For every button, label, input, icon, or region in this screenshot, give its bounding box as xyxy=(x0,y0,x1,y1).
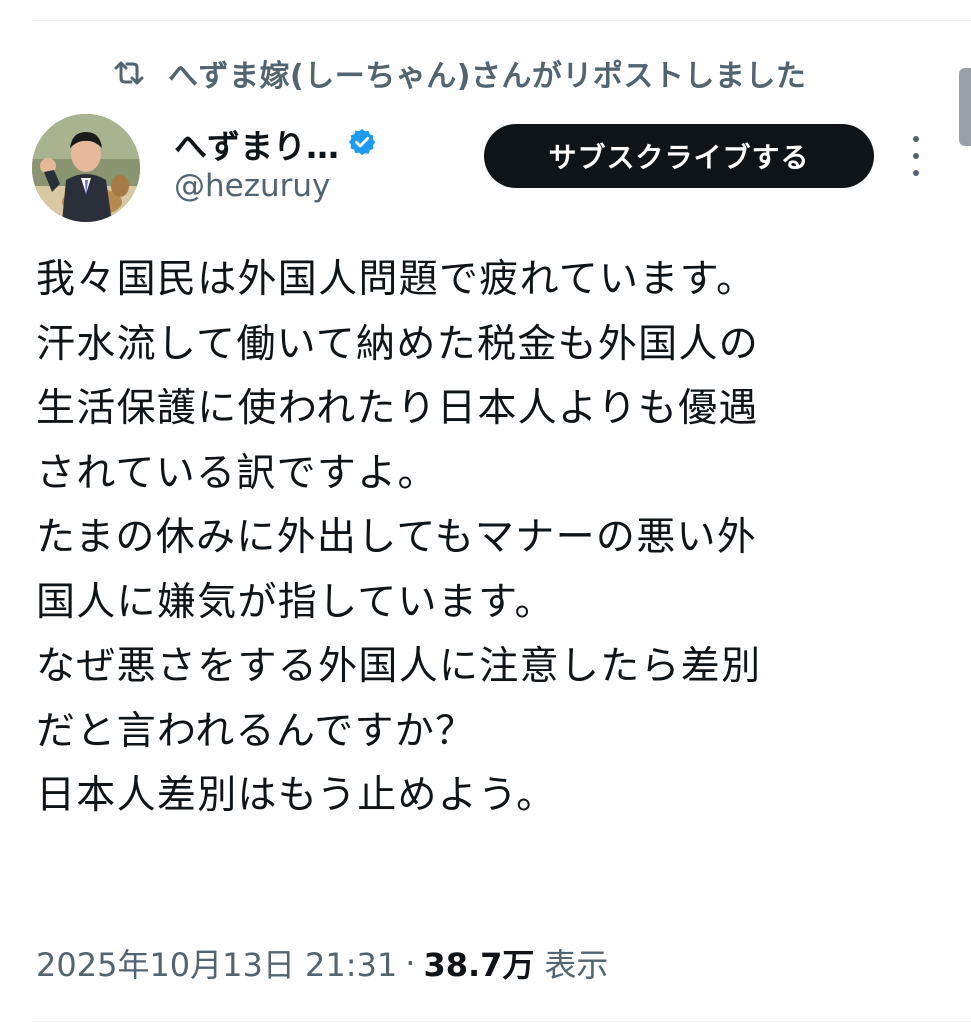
tweet-line: 我々国民は外国人問題で疲れています。 xyxy=(36,257,757,302)
tweet-line: 国人に嫌気が指しています。 xyxy=(36,579,555,625)
bottom-divider xyxy=(32,1021,971,1022)
author-handle[interactable]: @hezuruy xyxy=(174,168,330,204)
top-divider xyxy=(32,20,971,21)
tweet-line: されている訳ですよ。 xyxy=(36,450,438,496)
repost-context[interactable]: へずま嫁(しーちゃん)さんがリポストしました xyxy=(112,50,806,96)
subscribe-button[interactable]: サブスクライブする xyxy=(484,124,874,188)
tweet-line: 汗水流して働いて納めた税金も外国人の xyxy=(36,321,760,367)
author-name-row[interactable]: へずまり… xyxy=(174,120,377,168)
tweet-timestamp[interactable]: 2025年10月13日 21:31 xyxy=(36,940,397,986)
verified-badge-icon xyxy=(347,127,377,161)
repost-icon xyxy=(112,58,146,88)
more-dot xyxy=(913,136,919,142)
more-options-icon[interactable] xyxy=(904,136,928,176)
tweet-line: たまの休みに外出してもマナーの悪い外 xyxy=(36,515,758,560)
tweet-line: だと言われるんですか？ xyxy=(36,708,476,754)
avatar[interactable] xyxy=(32,114,140,222)
scrollbar-thumb[interactable] xyxy=(959,68,971,146)
tweet-line: 生活保護に使われたり日本人よりも優遇 xyxy=(36,386,759,431)
tweet-line: 日本人差別はもう止めよう。 xyxy=(36,773,557,818)
more-dot xyxy=(913,153,919,159)
tweet-meta: 2025年10月13日 21:31 · 38.7万 表示 xyxy=(36,940,608,986)
author-display-name[interactable]: へずまり… xyxy=(174,120,339,168)
meta-separator: · xyxy=(405,944,416,982)
views-count[interactable]: 38.7万 xyxy=(423,940,534,986)
repost-text[interactable]: へずま嫁(しーちゃん)さんがリポストしました xyxy=(168,51,806,95)
more-dot xyxy=(913,170,919,176)
tweet-text: 我々国民は外国人問題で疲れています。 汗水流して働いて納めた税金も外国人の 生活… xyxy=(36,248,936,829)
views-label[interactable]: 表示 xyxy=(544,940,608,986)
tweet-line: なぜ悪さをする外国人に注意したら差別 xyxy=(36,644,762,689)
